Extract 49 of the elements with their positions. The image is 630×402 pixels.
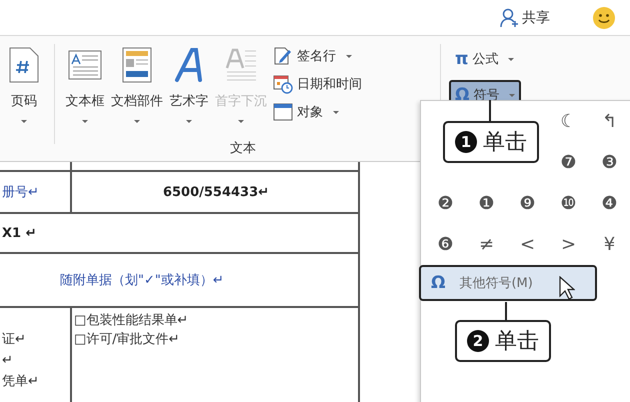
ribbon-button[interactable]: 文档部件 [109, 44, 165, 125]
calendar-clock-icon [273, 74, 293, 94]
table-cell-text: X1 ↵ [1, 224, 38, 242]
signature-icon [273, 46, 293, 66]
symbol-item[interactable]: ❻ [425, 224, 466, 265]
ribbon-button[interactable]: 页码 [0, 44, 48, 125]
table-cell-text: 随附单据（划"✓"或补填）↵ [59, 272, 225, 290]
group-label: 文本 [230, 140, 256, 157]
person-add-icon [500, 8, 520, 28]
page-number-icon [9, 46, 39, 84]
table-cell-text: 6500/554433↵ [162, 184, 270, 202]
smiley-icon[interactable] [592, 6, 616, 30]
share-button[interactable]: 共享 [498, 6, 552, 30]
word-art-icon [174, 46, 204, 84]
table-cell-text: □包装性能结果单↵ □许可/审批文件↵ [73, 312, 190, 349]
ribbon-button[interactable]: 文本框 [61, 44, 109, 125]
symbol-item[interactable]: ↰ [589, 101, 630, 142]
symbol-item[interactable]: ❶ [466, 183, 507, 224]
ribbon-button[interactable]: 艺术字 [165, 44, 213, 125]
step-callout: 2 单击 [455, 320, 551, 362]
caret-icon [238, 120, 244, 123]
ribbon-button[interactable]: 对象 [273, 100, 362, 124]
caret-icon [508, 58, 514, 60]
table-cell: 证↵ ↵ 凭单↵ [0, 308, 72, 402]
document-parts-icon [122, 46, 152, 84]
symbol-item[interactable]: > [548, 224, 589, 265]
caret-icon [509, 94, 516, 96]
symbol-item[interactable]: ❿ [548, 183, 589, 224]
ribbon-button[interactable]: 签名行 [273, 44, 362, 68]
ribbon-button[interactable]: π 公式 [449, 44, 522, 74]
more-symbols-item[interactable]: Ω 其他符号(M) [419, 265, 597, 301]
symbol-item[interactable]: < [507, 224, 548, 265]
symbol-item[interactable]: ❸ [589, 142, 630, 183]
window-icon [273, 103, 293, 121]
caret-icon [82, 120, 88, 123]
symbol-item[interactable]: ❹ [589, 183, 630, 224]
symbol-item[interactable]: ≠ [466, 224, 507, 265]
caret-icon [134, 120, 140, 123]
ribbon-button[interactable]: 日期和时间 [273, 72, 362, 96]
symbol-item[interactable]: ☾ [548, 101, 589, 142]
cursor-icon [559, 276, 575, 300]
table-cell: 册号↵ [0, 172, 72, 212]
symbol-item[interactable]: ¥ [589, 224, 630, 265]
symbol-item[interactable]: ❼ [548, 142, 589, 183]
symbol-item[interactable]: ❷ [425, 183, 466, 224]
symbol-item[interactable]: ❾ [507, 183, 548, 224]
step-callout: 1 单击 [443, 121, 539, 163]
caret-icon [186, 120, 192, 123]
caret-icon [21, 120, 27, 123]
